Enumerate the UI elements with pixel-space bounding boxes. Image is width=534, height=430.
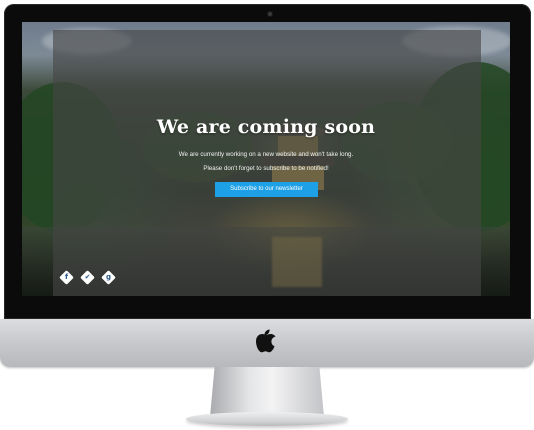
facebook-icon: f [64,273,69,281]
intro-text: We are currently working on a new websit… [178,151,354,158]
twitter-icon: ✔ [84,273,91,281]
subscribe-button[interactable]: Subscribe to our newsletter [215,182,318,197]
website-screen: We are coming soon We are currently work… [22,22,510,296]
imac-mockup: We are coming soon We are currently work… [0,0,534,430]
reminder-text: Please don't forget to subscribe to be n… [203,165,329,172]
social-links: f ✔ g [59,270,116,285]
apple-logo-icon [256,329,276,353]
monitor-stand-base [186,412,348,426]
social-link-facebook[interactable]: f [59,270,74,285]
google-plus-icon: g [105,273,111,281]
camera-icon [268,12,272,16]
monitor-stand [210,367,324,417]
page-title: We are coming soon [156,116,376,138]
social-link-google-plus[interactable]: g [101,270,116,285]
social-link-twitter[interactable]: ✔ [80,270,95,285]
content-overlay [53,30,481,296]
